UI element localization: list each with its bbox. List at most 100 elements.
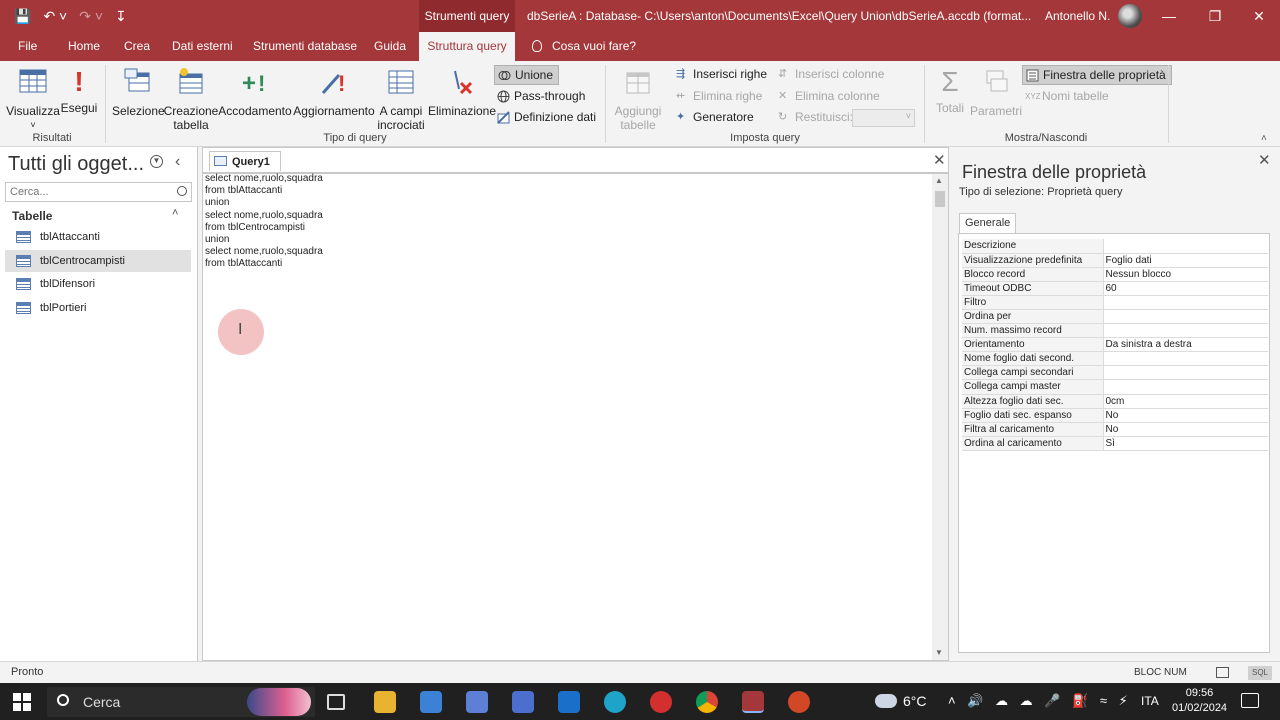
visualizza-button[interactable]: Visualizza ˅ (6, 67, 60, 132)
store-icon[interactable] (420, 691, 442, 713)
property-value[interactable] (1103, 295, 1268, 310)
minimize-icon[interactable]: — (1146, 0, 1192, 32)
property-value[interactable]: No (1103, 408, 1268, 423)
property-row[interactable]: Filtro (962, 295, 1268, 310)
notifications-icon[interactable] (1241, 693, 1259, 708)
property-row[interactable]: Visualizzazione predefinita Foglio dati (962, 253, 1268, 268)
finestra-proprieta-button[interactable]: Finestra delle proprietà (1022, 65, 1172, 85)
nav-pane-title[interactable]: Tutti gli ogget... (8, 153, 144, 176)
accodamento-button[interactable]: +! Accodamento (218, 67, 292, 118)
file-explorer-icon[interactable] (374, 691, 396, 713)
scroll-up-icon[interactable]: ▲ (935, 176, 943, 185)
system-tray-icons[interactable]: ˄ 🔊 ☁ ☁ 🎤 ⛽ ≈ ⚡ (948, 693, 1132, 709)
edge-icon[interactable] (604, 691, 626, 713)
close-icon[interactable]: ✕ (1236, 0, 1280, 32)
weather-widget[interactable]: 6°C (875, 693, 927, 709)
windows-start-icon[interactable] (13, 693, 31, 711)
property-row[interactable]: Ordina per (962, 309, 1268, 325)
esegui-button[interactable]: ! Esegui (60, 67, 98, 116)
tell-me-search[interactable]: Cosa vuoi fare? (532, 32, 636, 61)
property-row[interactable]: Ordina al caricamento Sì (962, 436, 1268, 451)
property-row[interactable]: Timeout ODBC 60 (962, 281, 1268, 296)
property-value[interactable] (1103, 239, 1268, 254)
nav-item-tbldifensori[interactable]: tblDifensori (5, 273, 191, 295)
chrome-icon[interactable] (696, 691, 718, 713)
property-value[interactable] (1103, 365, 1268, 381)
tab-file[interactable]: File (12, 32, 43, 61)
tab-dati-esterni[interactable]: Dati esterni (166, 32, 239, 61)
property-value[interactable]: No (1103, 422, 1268, 437)
property-row[interactable]: Collega campi secondari (962, 365, 1268, 381)
property-row[interactable]: Blocco record Nessun blocco (962, 267, 1268, 282)
property-row[interactable]: Num. massimo record (962, 323, 1268, 339)
selezione-button[interactable]: Selezione (112, 67, 165, 118)
elimina-colonne-button[interactable]: ✕ Elimina colonne (778, 88, 880, 104)
close-icon[interactable]: ✕ (1258, 151, 1271, 169)
access-icon[interactable] (742, 691, 764, 713)
property-row[interactable]: Orientamento Da sinistra a destra (962, 337, 1268, 353)
nav-group-tabelle[interactable]: Tabelle (12, 209, 52, 223)
opera-icon[interactable] (650, 691, 672, 713)
unione-button[interactable]: Unione (494, 65, 560, 85)
sql-view-button[interactable]: SQL (1248, 666, 1272, 680)
nav-search-input[interactable] (6, 183, 166, 201)
property-value[interactable] (1103, 379, 1268, 395)
property-row[interactable]: Filtra al caricamento No (962, 422, 1268, 437)
tab-query1[interactable]: Query1 (209, 151, 281, 171)
customize-qat-icon[interactable]: ↧ (115, 6, 127, 26)
property-value[interactable]: Nessun blocco (1103, 267, 1268, 282)
nav-item-tblattaccanti[interactable]: tblAttaccanti (5, 226, 191, 248)
property-value[interactable]: Da sinistra a destra (1103, 337, 1268, 353)
property-value[interactable]: 0cm (1103, 394, 1268, 409)
tab-guida[interactable]: Guida (368, 32, 412, 61)
app-icon[interactable] (512, 691, 534, 713)
inserisci-righe-button[interactable]: ⇶ Inserisci righe (676, 66, 767, 82)
restore-icon[interactable]: ❐ (1192, 0, 1238, 32)
save-icon[interactable]: 💾 (14, 6, 31, 26)
eliminazione-button[interactable]: Eliminazione (428, 67, 496, 118)
sql-editor[interactable]: select nome,ruolo,squadra from tblAttacc… (205, 173, 930, 271)
avatar[interactable] (1118, 4, 1142, 28)
search-icon[interactable] (177, 186, 187, 196)
close-document-icon[interactable]: ✕ (933, 151, 946, 169)
nav-menu-icon[interactable]: ▼ (150, 155, 163, 168)
aggiungi-tabelle-button[interactable]: Aggiungi tabelle (612, 67, 664, 132)
aggiornamento-button[interactable]: ! Aggiornamento (292, 67, 376, 118)
collapse-ribbon-icon[interactable]: ˄ (1261, 133, 1267, 144)
tab-generale[interactable]: Generale (959, 213, 1017, 233)
property-row[interactable]: Collega campi master (962, 379, 1268, 395)
property-value[interactable] (1103, 309, 1268, 325)
creazione-tabella-button[interactable]: Creazione tabella (163, 67, 219, 132)
elimina-righe-button[interactable]: ⇷ Elimina righe (676, 88, 762, 104)
property-value[interactable]: Sì (1103, 436, 1268, 451)
generatore-button[interactable]: ✦ Generatore (676, 109, 754, 125)
tab-crea[interactable]: Crea (118, 32, 156, 61)
user-name[interactable]: Antonello N. (1045, 9, 1110, 23)
inserisci-colonne-button[interactable]: ⇵ Inserisci colonne (778, 66, 884, 82)
pass-through-button[interactable]: Pass-through (497, 88, 585, 104)
tab-home[interactable]: Home (62, 32, 106, 61)
tab-strumenti-database[interactable]: Strumenti database (247, 32, 363, 61)
property-value[interactable] (1103, 323, 1268, 339)
outlook-icon[interactable] (558, 691, 580, 713)
totali-button[interactable]: Σ Totali (932, 67, 968, 116)
undo-icon[interactable]: ↶ ˅ (43, 6, 67, 26)
property-row[interactable]: Nome foglio dati second. (962, 351, 1268, 367)
taskbar-search[interactable]: Cerca (47, 687, 315, 717)
property-value[interactable]: 60 (1103, 281, 1268, 296)
parametri-button[interactable]: Parametri (968, 67, 1024, 118)
scroll-thumb[interactable] (935, 191, 945, 207)
datasheet-view-icon[interactable] (1216, 667, 1229, 678)
property-row[interactable]: Descrizione (962, 239, 1268, 254)
nav-item-tblportieri[interactable]: tblPortieri (5, 297, 191, 319)
vertical-scrollbar[interactable]: ▲ ▼ (932, 174, 948, 660)
campi-incrociati-button[interactable]: A campi incrociati (374, 67, 428, 132)
powerpoint-icon[interactable] (788, 691, 810, 713)
task-view-icon[interactable] (327, 694, 345, 710)
definizione-dati-button[interactable]: Definizione dati (497, 109, 596, 125)
collapse-pane-icon[interactable]: ‹ (175, 153, 180, 171)
tab-struttura-query[interactable]: Struttura query (419, 32, 515, 61)
app-icon[interactable] (466, 691, 488, 713)
property-row[interactable]: Foglio dati sec. espanso No (962, 408, 1268, 423)
clock[interactable]: 09:56 01/02/2024 (1172, 686, 1227, 716)
